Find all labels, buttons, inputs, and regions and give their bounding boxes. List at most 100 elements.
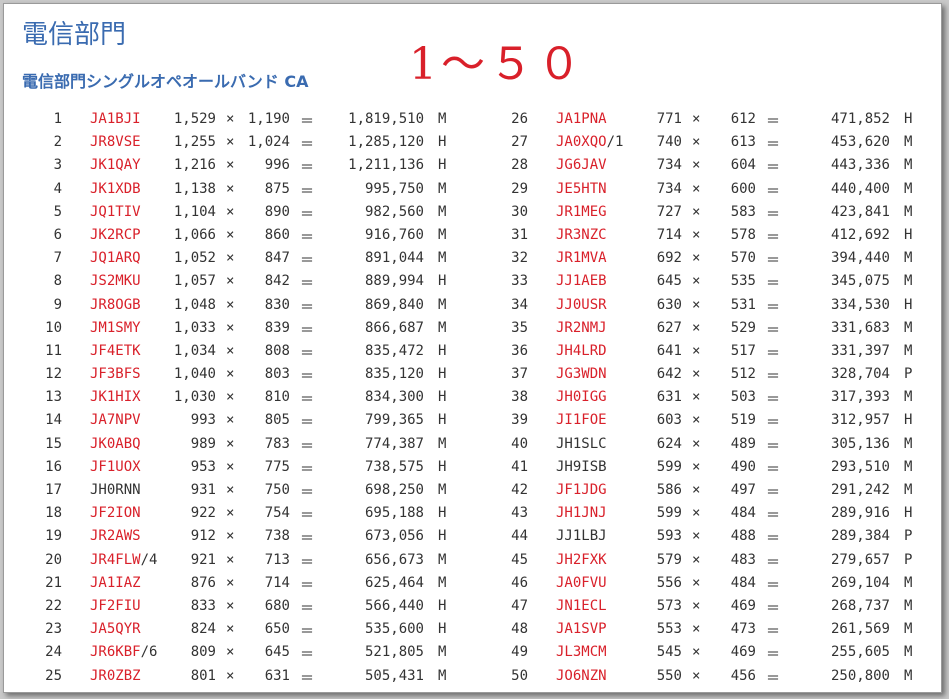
- qso-cell: 993: [190, 412, 216, 429]
- equals-symbol: ＝: [300, 577, 314, 594]
- times-symbol: ×: [226, 621, 235, 638]
- callsign: JE5HTN: [556, 180, 607, 197]
- callsign-cell: JA7NPV: [90, 412, 141, 428]
- power-cell: H: [904, 412, 913, 429]
- score-cell: 331,683: [830, 319, 890, 336]
- score-cell: 471,852: [830, 111, 890, 127]
- multiplier-cell: 810: [264, 389, 290, 406]
- power-cell: H: [438, 366, 447, 383]
- qso-cell: 734: [656, 180, 682, 197]
- rank-cell: 19: [45, 528, 62, 545]
- times-symbol: ×: [226, 482, 235, 498]
- rank-cell: 28: [511, 157, 528, 174]
- multiplier-cell: 484: [730, 574, 756, 591]
- equals-symbol: ＝: [766, 554, 780, 571]
- callsign-cell: JR8VSE: [90, 134, 141, 150]
- multiplier-cell: 805: [264, 412, 290, 429]
- multiplier-cell: 860: [264, 226, 290, 243]
- multiplier-cell: 775: [264, 458, 290, 475]
- score-cell: 799,365: [364, 412, 424, 429]
- times-symbol: ×: [692, 597, 701, 614]
- times-symbol: ×: [692, 296, 701, 313]
- times-symbol: ×: [226, 412, 235, 429]
- times-symbol: ×: [692, 342, 701, 359]
- callsign-cell: JK1XDB: [90, 181, 141, 197]
- multiplier-cell: 847: [264, 250, 290, 267]
- callsign: JA7NPV: [90, 412, 141, 429]
- multiplier-cell: 570: [730, 250, 756, 267]
- score-cell: 835,472: [364, 342, 424, 359]
- callsign: JF1JDG: [556, 482, 607, 498]
- rank-cell: 45: [511, 551, 528, 568]
- times-symbol: ×: [226, 111, 235, 127]
- equals-symbol: ＝: [766, 183, 780, 200]
- equals-symbol: ＝: [300, 206, 314, 223]
- score-cell: 889,994: [364, 273, 424, 290]
- score-cell: 835,120: [364, 366, 424, 383]
- rank-cell: 16: [45, 458, 62, 475]
- callsign: JR2AWS: [90, 528, 141, 545]
- score-cell: 289,384: [830, 528, 890, 545]
- rank-cell: 29: [511, 180, 528, 197]
- times-symbol: ×: [226, 250, 235, 267]
- power-cell: M: [438, 551, 447, 568]
- times-symbol: ×: [692, 505, 701, 522]
- score-cell: 698,250: [364, 482, 424, 498]
- score-cell: 695,188: [364, 505, 424, 522]
- equals-symbol: ＝: [766, 531, 780, 548]
- rank-cell: 4: [53, 180, 62, 197]
- rank-cell: 2: [53, 134, 62, 151]
- callsign-cell: JA5QYR: [90, 621, 141, 637]
- rank-cell: 23: [45, 621, 62, 638]
- times-symbol: ×: [692, 621, 701, 638]
- power-cell: M: [904, 319, 913, 336]
- rank-cell: 3: [53, 157, 62, 174]
- multiplier-cell: 497: [730, 482, 756, 498]
- qso-cell: 599: [656, 505, 682, 522]
- callsign: JR8VSE: [90, 134, 141, 151]
- multiplier-cell: 519: [730, 412, 756, 429]
- callsign-cell: JJ0USR: [556, 297, 607, 313]
- callsign-cell: JS2MKU: [90, 273, 141, 289]
- equals-symbol: ＝: [766, 647, 780, 664]
- callsign: JR2NMJ: [556, 319, 607, 336]
- power-cell: M: [438, 319, 447, 336]
- multiplier-cell: 750: [264, 482, 290, 498]
- qso-cell: 771: [656, 111, 682, 127]
- qso-cell: 599: [656, 458, 682, 475]
- rank-cell: 47: [511, 597, 528, 614]
- equals-symbol: ＝: [766, 299, 780, 316]
- rank-cell: 49: [511, 644, 528, 661]
- qso-cell: 603: [656, 412, 682, 429]
- callsign-cell: JR4FLW/4: [90, 552, 157, 568]
- rank-cell: 12: [45, 366, 62, 383]
- qso-cell: 1,529: [173, 111, 216, 127]
- multiplier-cell: 469: [730, 597, 756, 614]
- callsign-suffix: /1: [606, 134, 624, 151]
- score-cell: 289,916: [830, 505, 890, 522]
- power-cell: H: [904, 296, 913, 313]
- qso-cell: 631: [656, 389, 682, 406]
- callsign-cell: JR0ZBZ: [90, 668, 141, 684]
- callsign-cell: JH0IGG: [556, 389, 607, 405]
- callsign-cell: JG6JAV: [556, 157, 607, 173]
- equals-symbol: ＝: [300, 183, 314, 200]
- score-cell: 317,393: [830, 389, 890, 406]
- equals-symbol: ＝: [300, 438, 314, 455]
- rank-cell: 5: [53, 203, 62, 220]
- power-cell: H: [438, 597, 447, 614]
- rank-cell: 48: [511, 621, 528, 638]
- power-cell: M: [438, 180, 447, 197]
- callsign-cell: JA1PNA: [556, 111, 607, 127]
- rank-cell: 24: [45, 644, 62, 661]
- score-cell: 255,605: [830, 644, 890, 661]
- callsign: JA1IAZ: [90, 574, 141, 591]
- multiplier-cell: 456: [730, 667, 756, 684]
- rank-cell: 42: [511, 482, 528, 498]
- equals-symbol: ＝: [300, 369, 314, 386]
- score-cell: 774,387: [364, 435, 424, 452]
- qso-cell: 545: [656, 644, 682, 661]
- callsign: JQ1TIV: [90, 203, 141, 220]
- equals-symbol: ＝: [300, 299, 314, 316]
- score-cell: 738,575: [364, 458, 424, 475]
